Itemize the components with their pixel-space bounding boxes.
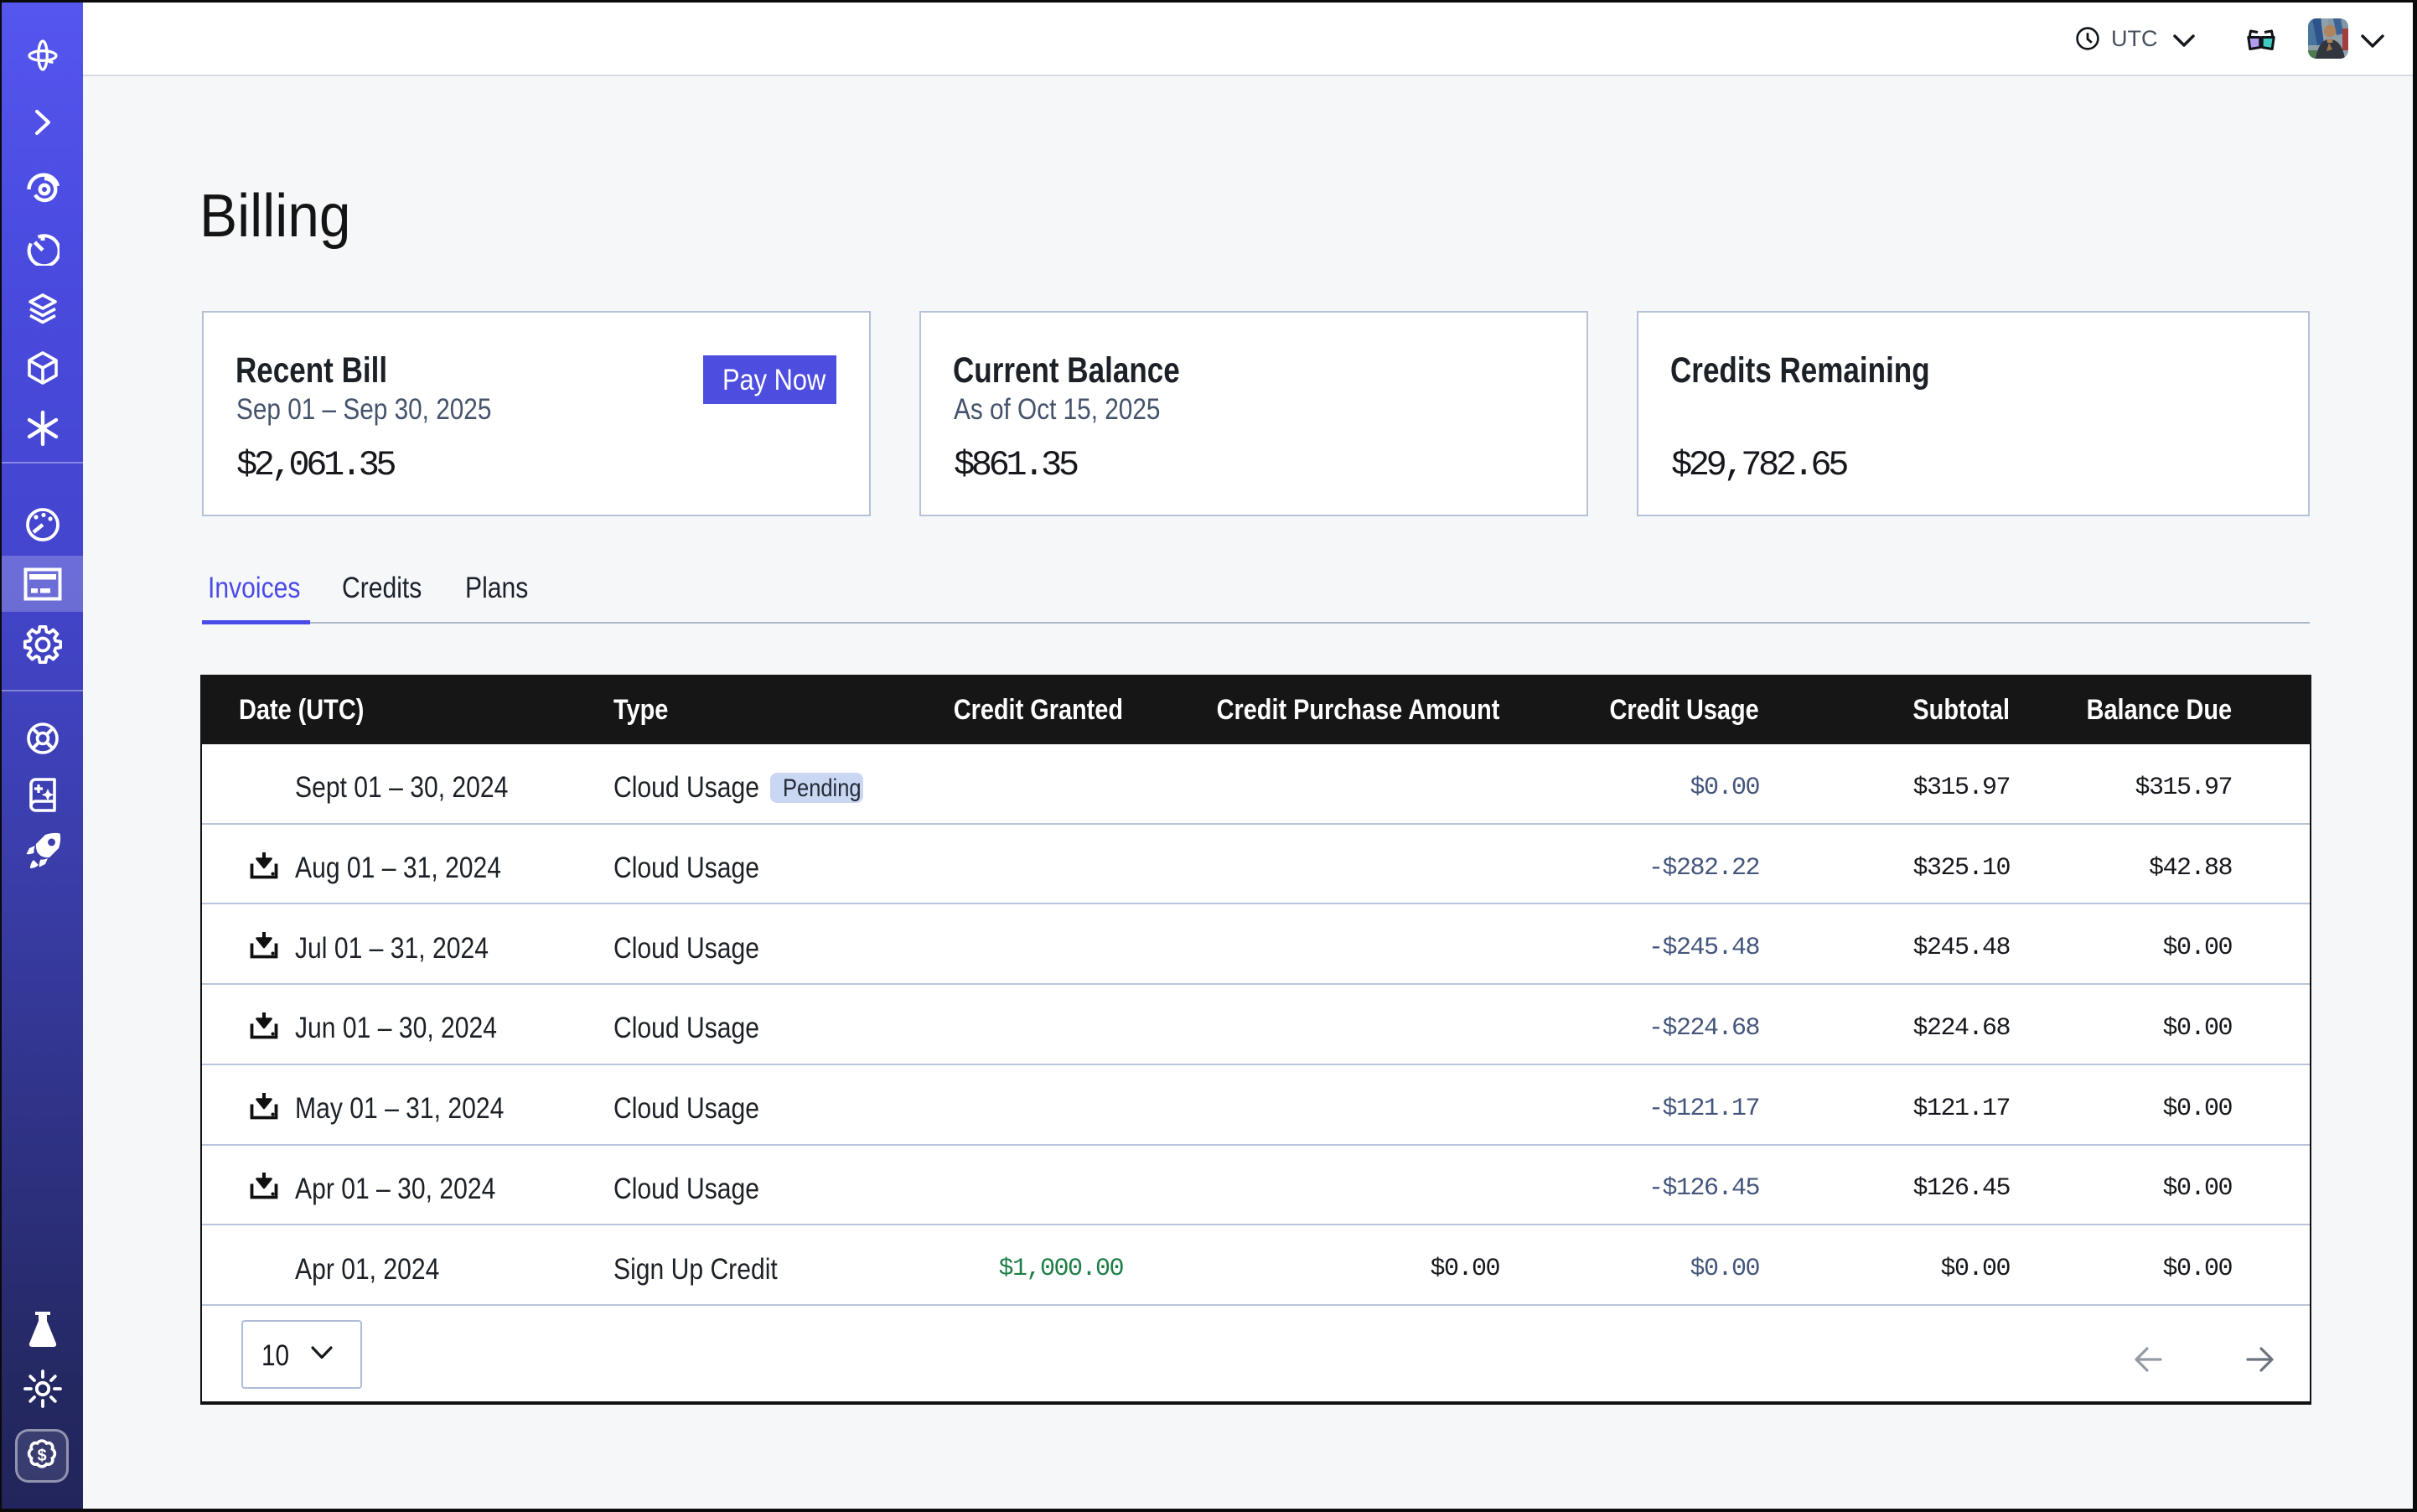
svg-text:$: $: [37, 1447, 46, 1465]
